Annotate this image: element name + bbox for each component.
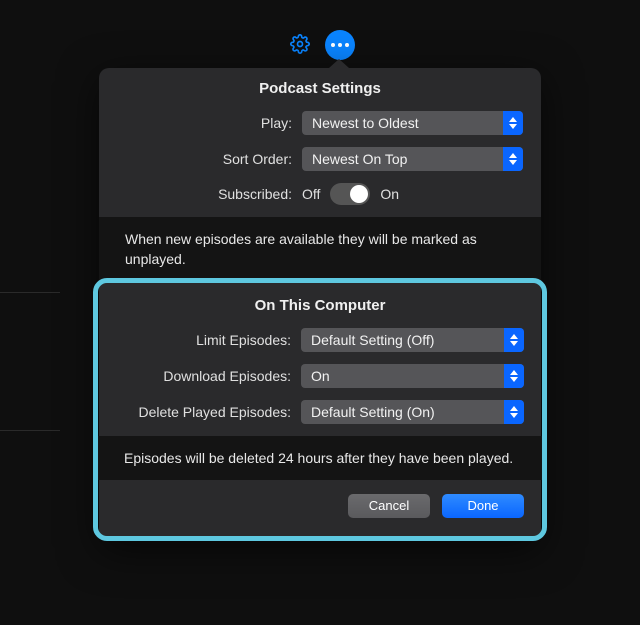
stepper-icon: [503, 111, 523, 135]
stepper-icon: [503, 147, 523, 171]
play-label: Play:: [117, 115, 292, 131]
ellipsis-icon: [331, 43, 349, 47]
stepper-icon: [504, 328, 524, 352]
limit-value: Default Setting (Off): [311, 332, 434, 348]
play-select[interactable]: Newest to Oldest: [302, 111, 523, 135]
stepper-icon: [504, 364, 524, 388]
download-row: Download Episodes: On: [98, 358, 542, 394]
download-select[interactable]: On: [301, 364, 524, 388]
sort-value: Newest On Top: [312, 151, 407, 167]
unplayed-info: When new episodes are available they wil…: [99, 217, 541, 282]
more-options-button[interactable]: [325, 30, 355, 60]
subscribed-label: Subscribed:: [117, 186, 292, 202]
settings-gear-button[interactable]: [285, 30, 315, 60]
cancel-button[interactable]: Cancel: [348, 494, 430, 518]
popover-title: Podcast Settings: [99, 68, 541, 105]
download-label: Download Episodes:: [116, 368, 291, 384]
limit-row: Limit Episodes: Default Setting (Off): [98, 322, 542, 358]
play-value: Newest to Oldest: [312, 115, 419, 131]
delete-select[interactable]: Default Setting (On): [301, 400, 524, 424]
divider: [0, 292, 60, 293]
sort-select[interactable]: Newest On Top: [302, 147, 523, 171]
done-button[interactable]: Done: [442, 494, 524, 518]
sort-row: Sort Order: Newest On Top: [99, 141, 541, 177]
stepper-icon: [504, 400, 524, 424]
subscribed-switch[interactable]: [330, 183, 370, 205]
limit-label: Limit Episodes:: [116, 332, 291, 348]
download-value: On: [311, 368, 330, 384]
on-this-computer-section: On This Computer Limit Episodes: Default…: [93, 278, 547, 541]
limit-select[interactable]: Default Setting (Off): [301, 328, 524, 352]
computer-title: On This Computer: [98, 285, 542, 322]
delete-value: Default Setting (On): [311, 404, 435, 420]
delete-label: Delete Played Episodes:: [116, 404, 291, 420]
sort-label: Sort Order:: [117, 151, 292, 167]
subscribed-row: Subscribed: Off On: [99, 177, 541, 211]
delete-row: Delete Played Episodes: Default Setting …: [98, 394, 542, 430]
gear-icon: [290, 34, 310, 57]
settings-popover: Podcast Settings Play: Newest to Oldest …: [99, 68, 541, 541]
play-row: Play: Newest to Oldest: [99, 105, 541, 141]
toolbar: [285, 30, 355, 60]
button-bar: Cancel Done: [98, 480, 542, 532]
delete-info: Episodes will be deleted 24 hours after …: [98, 436, 542, 480]
divider: [0, 430, 60, 431]
subscribed-on-label: On: [380, 186, 399, 202]
switch-knob: [350, 185, 368, 203]
subscribed-off-label: Off: [302, 186, 320, 202]
